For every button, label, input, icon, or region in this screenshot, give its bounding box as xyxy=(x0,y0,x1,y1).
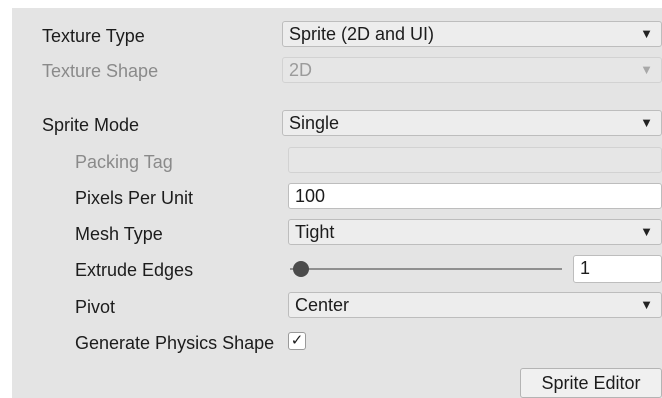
texture-shape-dropdown: 2D ▼ xyxy=(282,57,662,83)
chevron-down-icon: ▼ xyxy=(640,297,653,312)
texture-type-dropdown[interactable]: Sprite (2D and UI) ▼ xyxy=(282,21,662,47)
generate-physics-shape-label: Generate Physics Shape xyxy=(75,333,275,353)
mesh-type-label: Mesh Type xyxy=(75,224,163,244)
texture-type-label: Texture Type xyxy=(42,26,145,46)
chevron-down-icon: ▼ xyxy=(640,115,653,130)
pixels-per-unit-input[interactable]: 100 xyxy=(288,183,662,209)
sprite-mode-dropdown[interactable]: Single ▼ xyxy=(282,110,662,136)
extrude-edges-slider-handle[interactable] xyxy=(293,261,309,277)
pivot-label: Pivot xyxy=(75,297,116,317)
sprite-mode-label: Sprite Mode xyxy=(42,115,140,135)
generate-physics-shape-checkbox[interactable]: ✓ xyxy=(288,332,306,350)
extrude-edges-value-input[interactable]: 1 xyxy=(573,255,662,283)
packing-tag-input xyxy=(288,147,662,173)
pivot-value: Center xyxy=(295,295,350,315)
mesh-type-value: Tight xyxy=(295,222,335,242)
extrude-edges-slider-track[interactable] xyxy=(290,268,562,270)
sprite-editor-button[interactable]: Sprite Editor xyxy=(520,368,662,398)
mesh-type-dropdown[interactable]: Tight ▼ xyxy=(288,219,662,245)
packing-tag-label: Packing Tag xyxy=(75,152,173,172)
chevron-down-icon: ▼ xyxy=(640,224,653,239)
texture-type-value: Sprite (2D and UI) xyxy=(289,24,435,44)
pixels-per-unit-label: Pixels Per Unit xyxy=(75,188,194,208)
pivot-dropdown[interactable]: Center ▼ xyxy=(288,292,662,318)
sprite-mode-value: Single xyxy=(289,113,340,133)
texture-shape-value: 2D xyxy=(289,60,313,80)
checkmark-icon: ✓ xyxy=(290,332,304,349)
chevron-down-icon: ▼ xyxy=(640,26,653,41)
chevron-down-icon: ▼ xyxy=(640,62,653,77)
texture-shape-label: Texture Shape xyxy=(42,61,159,81)
extrude-edges-label: Extrude Edges xyxy=(75,260,194,280)
